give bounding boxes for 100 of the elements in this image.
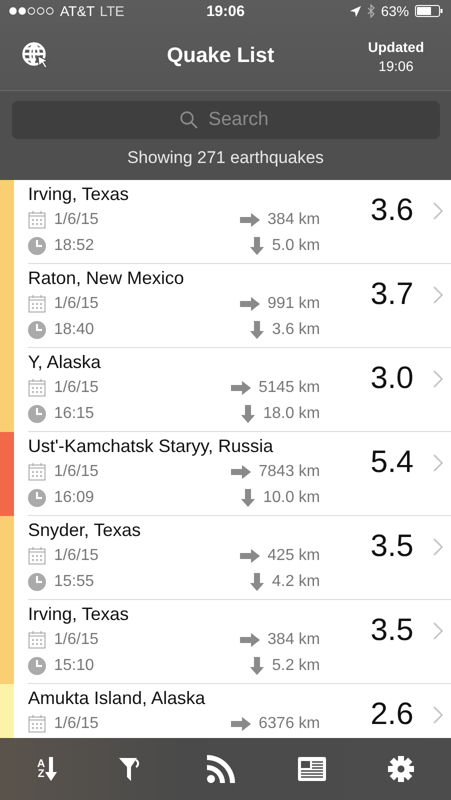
place-name: Irving, Texas [28,604,130,626]
arrow-right-icon [230,465,251,479]
distance: 7843 km [258,463,320,481]
arrow-right-icon [240,297,260,311]
carrier: AT&T [60,3,95,19]
quake-date: 1/6/15 [54,547,98,565]
quake-time: 18:40 [54,321,94,339]
arrow-down-icon [250,657,264,675]
quake-date: 1/6/15 [54,715,98,733]
arrow-right-icon [240,549,260,563]
battery-icon [415,5,443,17]
magnitude: 3.5 [369,614,415,646]
place-name: Y, Alaska [28,352,102,374]
settings-icon [388,756,414,782]
chevron-icon [433,622,443,640]
place-name: Snyder, Texas [28,520,142,542]
depth: 5.2 km [272,657,320,675]
feed-button[interactable] [207,755,236,783]
settings-button[interactable] [388,756,414,782]
arrow-down-icon [250,237,264,255]
distance: 425 km [268,547,320,565]
clock: 19:06 [206,3,245,20]
distance: 384 km [268,211,320,229]
calendar-icon [28,295,46,313]
calendar-icon [28,547,46,565]
clock-icon [28,237,46,255]
place-name: Raton, New Mexico [28,268,186,290]
distance: 991 km [268,295,320,313]
location-icon [350,6,361,16]
quake-time: 15:10 [54,657,94,675]
quake-row[interactable]: Ust'-Kamchatsk Staryy, Russia 1/6/15 7843 km 16:09 10.0 km 5.4 [28,432,451,516]
quake-time: 18:52 [54,237,94,255]
arrow-right-icon [230,717,251,731]
place-name: Irving, Texas [28,184,130,206]
quake-time: 16:15 [54,405,94,423]
clock-icon [28,657,46,675]
magnitude: 2.6 [369,698,415,730]
arrow-right-icon [240,213,260,227]
quake-time: 15:55 [54,573,94,591]
depth: 3.6 km [272,321,320,339]
place-name: Ust'-Kamchatsk Staryy, Russia [28,436,274,458]
calendar-icon [28,715,46,733]
calendar-icon [28,463,46,481]
chevron-icon [433,286,443,304]
newspaper-icon [298,757,326,781]
arrow-down-icon [250,321,264,339]
search-field[interactable]: Search [12,101,440,139]
place-name: Amukta Island, Alaska [28,688,206,710]
arrow-right-icon [240,633,260,647]
quake-date: 1/6/15 [54,295,98,313]
depth: 4.2 km [272,573,320,591]
clock-icon [28,573,46,591]
sort-button[interactable]: A Z [37,757,58,781]
quake-date: 1/6/15 [54,379,98,397]
chevron-icon [433,706,443,724]
feed-icon [207,755,236,783]
quake-row[interactable]: Irving, Texas 1/6/15 384 km 18:52 5.0 km 3.6 [28,180,451,264]
quake-row[interactable]: Y, Alaska 1/6/15 5145 km 16:15 18.0 km 3.0 [28,348,451,432]
arrow-right-icon [230,381,251,395]
depth: 10.0 km [263,489,320,507]
quake-time: 16:09 [54,489,94,507]
arrow-down-icon [241,405,256,423]
arrow-down-icon [241,489,256,507]
quake-date: 1/6/15 [54,631,98,649]
quake-row[interactable]: Snyder, Texas 1/6/15 425 km 15:55 4.2 km 3.5 [28,516,451,600]
earthquake-count: Showing 271 earthquakes [127,148,324,168]
battery-percent: 63% [380,3,409,19]
depth: 5.0 km [272,237,320,255]
arrow-down-icon [45,757,58,781]
calendar-icon [28,211,46,229]
distance: 384 km [268,631,320,649]
clock-icon [28,489,46,507]
screen-title: Quake List [166,44,276,68]
distance: 5145 km [258,379,320,397]
arrow-down-icon [250,573,264,591]
network-type: LTE [100,3,124,19]
search-icon [180,111,198,129]
chevron-icon [433,370,443,388]
chevron-icon [433,202,443,220]
magnitude: 3.7 [369,278,415,310]
quake-date: 1/6/15 [54,211,98,229]
magnitude: 3.5 [369,530,415,562]
chevron-icon [433,454,443,472]
magnitude: 5.4 [369,446,415,478]
globe-cursor-icon[interactable] [22,42,50,70]
quake-date: 1/6/15 [54,463,98,481]
quake-row[interactable]: Raton, New Mexico 1/6/15 991 km 18:40 3.6 km 3.7 [28,264,451,348]
signal-icon [9,7,55,15]
sort-letters: A Z [37,759,46,779]
news-button[interactable] [298,757,326,781]
clock-icon [28,405,46,423]
quake-row[interactable]: Irving, Texas 1/6/15 384 km 15:10 5.2 km 3.5 [28,600,451,684]
calendar-icon [28,379,46,397]
magnitude: 3.0 [369,362,415,394]
updated-time: 19:06 [378,58,414,74]
distance: 6376 km [258,715,320,733]
magnitude: 3.6 [369,194,415,226]
updated-label: Updated [368,38,424,54]
calendar-icon [28,631,46,649]
chevron-icon [433,538,443,556]
